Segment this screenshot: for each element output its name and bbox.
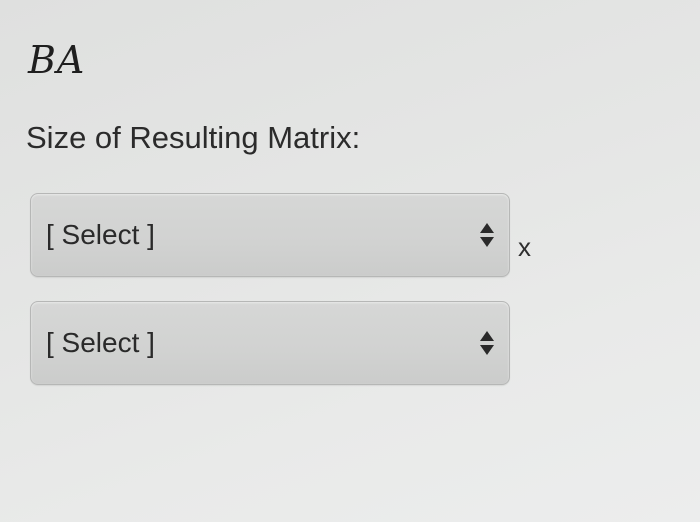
cols-select[interactable]: [ Select ]	[30, 301, 510, 385]
rows-select-value: [ Select ]	[46, 219, 155, 250]
rows-select[interactable]: [ Select ]	[30, 193, 510, 277]
multiply-symbol: x	[518, 232, 531, 262]
up-down-arrows-icon	[480, 223, 494, 247]
cols-select-value: [ Select ]	[46, 327, 155, 358]
question-label: Size of Resulting Matrix:	[26, 120, 361, 155]
up-down-arrows-icon	[480, 331, 494, 355]
matrix-expression: BA	[28, 38, 86, 82]
